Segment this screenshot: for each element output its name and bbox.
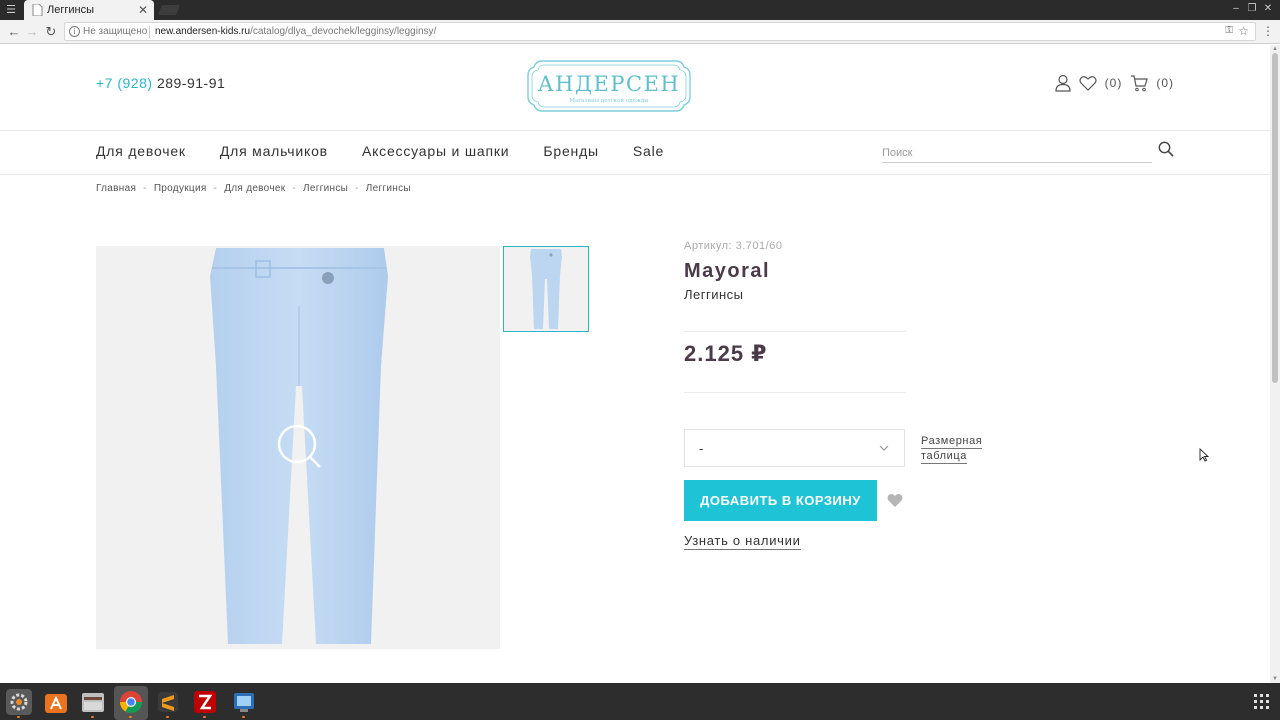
divider — [684, 392, 906, 393]
sublime-icon[interactable] — [155, 689, 181, 715]
search-input[interactable]: Поиск — [882, 145, 1152, 163]
product-main-image[interactable] — [96, 246, 500, 649]
minimize-icon[interactable]: – — [1230, 3, 1242, 15]
nav-item-accessories[interactable]: Аксессуары и шапки — [362, 143, 509, 159]
running-indicator — [203, 716, 206, 718]
cart-icon[interactable] — [1130, 74, 1149, 92]
size-table-line1: Размерная — [921, 435, 983, 449]
nav-item-brands[interactable]: Бренды — [543, 143, 599, 159]
scroll-up-icon[interactable]: ▲ — [1271, 45, 1279, 53]
header-divider — [0, 130, 1270, 131]
search-icon[interactable] — [1158, 141, 1174, 157]
header-icons: (0) (0) — [1055, 73, 1174, 93]
header-phone[interactable]: +7 (928) 289-91-91 — [96, 75, 225, 91]
address-separator — [149, 26, 150, 38]
product-brand[interactable]: Mayoral — [684, 260, 994, 283]
running-indicator — [91, 716, 94, 718]
breadcrumb-separator: - — [355, 183, 359, 194]
wishlist-count[interactable]: (0) — [1105, 76, 1123, 90]
url-path: /catalog/dlya_devochek/legginsy/legginsy… — [250, 26, 437, 37]
andersen-logo[interactable]: АНДЕРСЕН Магазины детской одежды — [524, 57, 694, 115]
site-search: Поиск — [882, 141, 1174, 163]
screenshot-icon[interactable] — [231, 689, 257, 715]
breadcrumb-separator: - — [143, 183, 147, 194]
chrome-icon[interactable] — [118, 689, 144, 715]
breadcrumb-products[interactable]: Продукция — [154, 183, 207, 194]
product-thumbnail[interactable] — [503, 246, 589, 332]
breadcrumb-separator: - — [292, 183, 297, 194]
running-indicator — [166, 716, 169, 718]
check-availability-link[interactable]: Узнать о наличии — [684, 533, 801, 550]
page-icon — [32, 4, 43, 16]
back-icon[interactable]: ← — [6, 24, 22, 40]
settings-icon[interactable] — [6, 689, 32, 715]
mouse-cursor-icon — [1199, 448, 1209, 462]
nav-item-sale[interactable]: Sale — [633, 143, 664, 159]
breadcrumb-separator: - — [213, 183, 218, 194]
product-price: 2.125 ₽ — [684, 341, 768, 366]
address-bar[interactable]: i Не защищено new.andersen-kids.ru/catal… — [64, 22, 1256, 41]
divider — [684, 331, 906, 332]
software-center-icon[interactable] — [43, 689, 69, 715]
product-type: Леггинсы — [684, 287, 744, 302]
phone-code: +7 (928) — [96, 75, 153, 91]
browser-toolbar: ← → ↻ i Не защищено new.andersen-kids.ru… — [0, 20, 1280, 44]
page-scrollbar[interactable]: ▲ ▼ — [1270, 45, 1280, 683]
tab-title: Леггинсы — [47, 4, 94, 16]
leggings-image — [210, 248, 388, 644]
breadcrumb-leggings-category[interactable]: Леггинсы — [303, 183, 348, 194]
bookmark-star-icon[interactable]: ☆ — [1238, 24, 1249, 38]
browser-tabstrip: ☰ Леггинсы ✕ – ❐ ✕ — [0, 0, 1280, 20]
logo-text: АНДЕРСЕН — [538, 72, 680, 96]
size-table-line2: таблица — [921, 450, 968, 464]
info-icon[interactable]: i — [69, 26, 80, 37]
new-tab-button[interactable] — [158, 5, 180, 15]
key-icon[interactable]: ⚿ — [1225, 25, 1233, 36]
forward-icon[interactable]: → — [24, 24, 40, 40]
breadcrumb-current: Леггинсы — [365, 183, 411, 194]
breadcrumb-girls[interactable]: Для девочек — [224, 183, 285, 194]
size-table-link[interactable]: Размерная таблица — [921, 434, 983, 464]
browser-tab[interactable]: Леггинсы ✕ — [24, 0, 154, 20]
logo-tagline: Магазины детской одежды — [569, 98, 649, 104]
url-text[interactable]: new.andersen-kids.ru/catalog/dlya_devoch… — [155, 25, 436, 39]
product-info: Артикул: 3.701/60 Mayoral Леггинсы 2.125… — [684, 240, 994, 550]
breadcrumb: Главная - Продукция - Для девочек - Легг… — [96, 183, 411, 194]
breadcrumb-home[interactable]: Главная — [96, 183, 136, 194]
size-select[interactable]: - — [684, 429, 905, 467]
heart-icon[interactable] — [1079, 75, 1097, 91]
os-taskbar — [0, 683, 1280, 720]
reload-icon[interactable]: ↻ — [43, 24, 59, 40]
size-select-value: - — [699, 441, 704, 456]
add-to-cart-button[interactable]: ДОБАВИТЬ В КОРЗИНУ — [684, 480, 877, 521]
restore-icon[interactable]: ❐ — [1246, 3, 1258, 15]
running-indicator — [129, 716, 132, 718]
security-label: Не защищено — [83, 26, 148, 37]
scrollbar-thumb[interactable] — [1272, 53, 1278, 383]
nav-item-boys[interactable]: Для мальчиков — [220, 143, 328, 159]
add-to-wishlist-heart-icon[interactable] — [887, 493, 903, 508]
chevron-down-icon — [879, 445, 889, 451]
url-host: new.andersen-kids.ru — [155, 26, 251, 37]
scroll-down-icon[interactable]: ▼ — [1271, 675, 1279, 683]
close-window-icon[interactable]: ✕ — [1262, 3, 1274, 15]
running-indicator — [17, 716, 20, 718]
browser-menu-dots-icon[interactable]: ⋮ — [1262, 24, 1274, 38]
files-icon[interactable] — [80, 689, 106, 715]
cart-count[interactable]: (0) — [1156, 76, 1174, 90]
nav-divider — [0, 174, 1270, 175]
tab-close-icon[interactable]: ✕ — [138, 3, 148, 17]
running-indicator — [242, 716, 245, 718]
main-navigation: Для девочек Для мальчиков Аксессуары и ш… — [96, 143, 664, 159]
leggings-thumbnail-image — [530, 249, 562, 329]
web-page: +7 (928) 289-91-91 АНДЕРСЕН Магазины дет… — [0, 45, 1270, 683]
product-sku: Артикул: 3.701/60 — [684, 240, 783, 252]
filezilla-icon[interactable] — [192, 689, 218, 715]
app-grid-icon[interactable] — [1254, 694, 1270, 710]
user-icon[interactable] — [1055, 74, 1071, 92]
browser-menu-icon[interactable]: ☰ — [4, 3, 18, 17]
phone-number: 289-91-91 — [156, 75, 226, 91]
nav-item-girls[interactable]: Для девочек — [96, 143, 186, 159]
